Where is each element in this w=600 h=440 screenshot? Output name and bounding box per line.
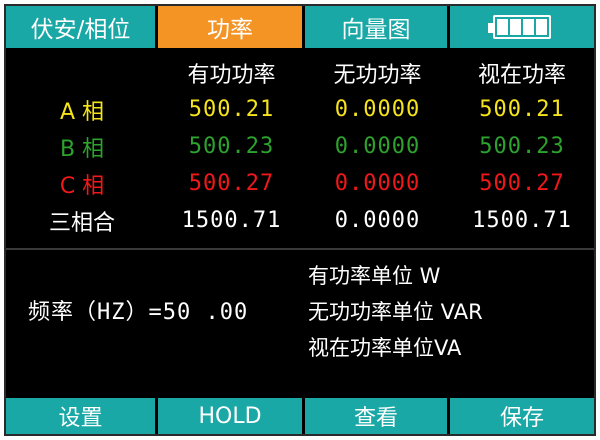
row-label: C 相 xyxy=(59,173,105,199)
row-label: A 相 xyxy=(59,99,105,125)
tab-bar: 伏安/相位 功率 向量图 xyxy=(6,6,594,48)
unit-active-power: 有功率单位 W xyxy=(308,264,441,288)
battery-full-icon xyxy=(488,15,551,39)
active-power-value: 500.23 xyxy=(188,134,275,159)
save-button[interactable]: 保存 xyxy=(450,398,594,434)
active-power-value: 1500.71 xyxy=(181,208,282,233)
apparent-power-value: 500.27 xyxy=(479,171,565,196)
unit-legend: 有功率单位 W 无功功率单位 VAR 视在功率单位VA xyxy=(308,258,483,366)
table-row-three-phase-total: 三相合 1500.71 0.0000 1500.71 xyxy=(6,202,594,239)
table-row-phase-c: C 相 500.27 0.0000 500.27 xyxy=(6,165,594,202)
reactive-power-value: 0.0000 xyxy=(334,97,421,122)
reactive-power-value: 0.0000 xyxy=(334,208,421,233)
row-label: 三相合 xyxy=(48,210,115,236)
table-header: 有功功率 无功功率 视在功率 xyxy=(6,54,594,91)
unit-apparent-power: 视在功率单位VA xyxy=(308,336,462,360)
softkey-bar: 设置 HOLD 查看 保存 xyxy=(6,398,594,434)
active-power-value: 500.27 xyxy=(188,171,275,196)
active-power-value: 500.21 xyxy=(188,97,275,122)
meter-screen: 伏安/相位 功率 向量图 有功功率 无功功率 视在功率 A 相 500.21 0… xyxy=(4,4,596,436)
apparent-power-value: 500.23 xyxy=(479,134,565,159)
battery-status xyxy=(450,6,594,48)
row-label: B 相 xyxy=(59,136,105,162)
table-row-phase-b: B 相 500.23 0.0000 500.23 xyxy=(6,128,594,165)
tab-vector-diagram[interactable]: 向量图 xyxy=(305,6,450,48)
reactive-power-value: 0.0000 xyxy=(334,134,421,159)
tab-volt-ampere-phase[interactable]: 伏安/相位 xyxy=(6,6,158,48)
tab-power[interactable]: 功率 xyxy=(158,6,305,48)
settings-button[interactable]: 设置 xyxy=(6,398,158,434)
apparent-power-value: 1500.71 xyxy=(472,208,572,233)
power-table: 有功功率 无功功率 视在功率 A 相 500.21 0.0000 500.21 … xyxy=(6,54,594,239)
view-button[interactable]: 查看 xyxy=(305,398,450,434)
info-panel: 频率（HZ）=50 .00 有功率单位 W 无功功率单位 VAR 视在功率单位V… xyxy=(6,248,594,396)
unit-reactive-power: 无功功率单位 VAR xyxy=(308,300,483,324)
header-active-power: 有功功率 xyxy=(187,62,276,88)
header-reactive-power: 无功功率 xyxy=(333,62,422,88)
table-row-phase-a: A 相 500.21 0.0000 500.21 xyxy=(6,91,594,128)
apparent-power-value: 500.21 xyxy=(479,97,565,122)
header-apparent-power: 视在功率 xyxy=(477,62,566,88)
frequency-readout: 频率（HZ）=50 .00 xyxy=(28,300,249,325)
reactive-power-value: 0.0000 xyxy=(334,171,421,196)
hold-button[interactable]: HOLD xyxy=(158,398,305,434)
